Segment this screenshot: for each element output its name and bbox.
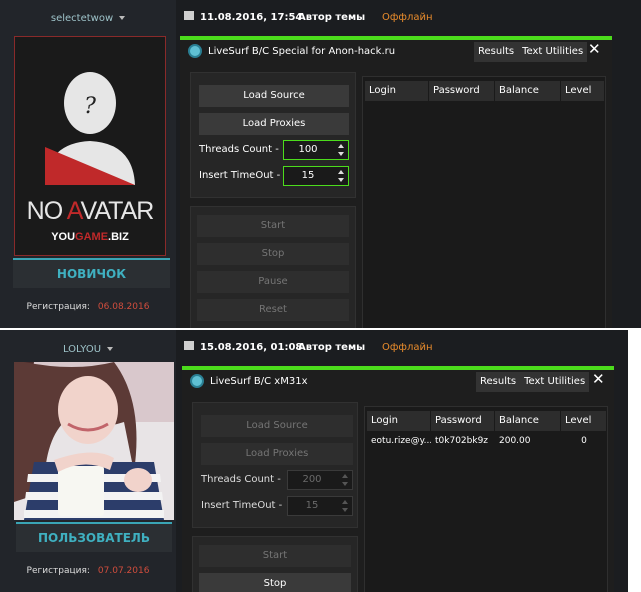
control-panel: Start Stop Pause Reset bbox=[190, 206, 356, 328]
table-row[interactable]: eotu.rize@y... t0k702bk9z 200.00 0 bbox=[365, 433, 607, 449]
timeout-label: Insert TimeOut - bbox=[199, 170, 281, 181]
column-balance[interactable]: Balance bbox=[495, 81, 561, 101]
arrow-up-icon[interactable] bbox=[338, 170, 344, 174]
column-level[interactable]: Level bbox=[561, 81, 605, 101]
cell-password: t0k702bk9z bbox=[435, 436, 489, 446]
close-icon[interactable]: ✕ bbox=[588, 40, 601, 58]
tab-text-utilities[interactable]: Text Utilities bbox=[518, 42, 587, 62]
threads-count-stepper[interactable]: 100 bbox=[283, 140, 349, 160]
username-dropdown[interactable]: selectetwow bbox=[0, 13, 176, 24]
load-source-button[interactable]: Load Source bbox=[201, 415, 353, 437]
post-header: 11.08.2016, 17:54 Автор темы Оффлайн bbox=[176, 0, 641, 34]
arrow-up-icon[interactable] bbox=[342, 500, 348, 504]
column-balance[interactable]: Balance bbox=[495, 411, 561, 431]
arrow-up-icon[interactable] bbox=[338, 144, 344, 148]
post-datetime: 11.08.2016, 17:54 bbox=[200, 12, 303, 23]
user-rank: ПОЛЬЗОВАТЕЛЬ bbox=[16, 522, 172, 552]
column-password[interactable]: Password bbox=[429, 81, 495, 101]
cell-login: eotu.rize@y... bbox=[371, 436, 431, 446]
pause-button[interactable]: Pause bbox=[197, 271, 349, 293]
grid-header: Login Password Balance Level bbox=[365, 411, 607, 431]
column-login[interactable]: Login bbox=[365, 81, 429, 101]
arrow-down-icon[interactable] bbox=[338, 178, 344, 182]
stop-button[interactable]: Stop bbox=[199, 573, 351, 592]
load-proxies-button[interactable]: Load Proxies bbox=[199, 113, 349, 135]
caret-down-icon bbox=[107, 347, 114, 351]
app-window: LiveSurf B/C xM31x Results Text Utilities… bbox=[182, 366, 614, 592]
forum-post-1: selectetwow ? NO AVATAR YOUGAME.BIZ НОВИ… bbox=[0, 0, 641, 328]
avatar[interactable] bbox=[14, 362, 174, 520]
calendar-icon bbox=[184, 341, 194, 350]
start-button[interactable]: Start bbox=[197, 215, 349, 237]
registration-info: Регистрация: 07.07.2016 bbox=[26, 566, 150, 576]
results-grid[interactable]: Login Password Balance Level eotu.rize@y… bbox=[364, 406, 608, 592]
results-grid[interactable]: Login Password Balance Level bbox=[362, 76, 606, 328]
user-avatar-photo bbox=[14, 362, 174, 520]
settings-panel: Load Source Load Proxies Threads Count -… bbox=[192, 402, 358, 528]
column-login[interactable]: Login bbox=[367, 411, 431, 431]
status-badge: Оффлайн bbox=[382, 342, 433, 353]
app-logo-icon bbox=[188, 44, 202, 58]
window-title: LiveSurf B/C Special for Anon-hack.ru bbox=[208, 46, 396, 57]
window-tabs: Results Text Utilities bbox=[474, 42, 588, 62]
load-source-button[interactable]: Load Source bbox=[199, 85, 349, 107]
calendar-icon bbox=[184, 11, 194, 20]
timeout-stepper[interactable]: 15 bbox=[287, 496, 353, 516]
window-tabs: Results Text Utilities bbox=[476, 372, 590, 392]
post-datetime: 15.08.2016, 01:08 bbox=[200, 342, 303, 353]
control-panel: Start Stop bbox=[192, 536, 358, 592]
tab-text-utilities[interactable]: Text Utilities bbox=[520, 372, 589, 392]
caret-down-icon bbox=[119, 16, 126, 20]
tab-results[interactable]: Results bbox=[476, 372, 520, 392]
forum-post-2: LOLYOU ПОЛЬЗОВАТЕЛЬ Регистрация:07.07.2 bbox=[0, 330, 628, 592]
user-sidebar: selectetwow ? NO AVATAR YOUGAME.BIZ НОВИ… bbox=[0, 0, 176, 328]
site-logo-text: YOUGAME.BIZ bbox=[51, 231, 129, 243]
author-badge: Автор темы bbox=[298, 12, 366, 23]
timeout-label: Insert TimeOut - bbox=[201, 500, 283, 511]
threads-count-label: Threads Count - bbox=[201, 474, 281, 485]
author-badge: Автор темы bbox=[298, 342, 366, 353]
cell-balance: 200.00 bbox=[499, 436, 531, 446]
reset-button[interactable]: Reset bbox=[197, 299, 349, 321]
user-rank: НОВИЧОК bbox=[13, 258, 170, 288]
window-title: LiveSurf B/C xM31x bbox=[210, 376, 308, 387]
threads-count-label: Threads Count - bbox=[199, 144, 279, 155]
arrow-down-icon[interactable] bbox=[342, 482, 348, 486]
timeout-stepper[interactable]: 15 bbox=[283, 166, 349, 186]
arrow-up-icon[interactable] bbox=[342, 474, 348, 478]
no-avatar-label: NO AVATAR bbox=[26, 197, 155, 225]
status-badge: Оффлайн bbox=[382, 12, 433, 23]
svg-text:?: ? bbox=[84, 94, 96, 119]
avatar[interactable]: ? NO AVATAR YOUGAME.BIZ bbox=[14, 36, 166, 256]
start-button[interactable]: Start bbox=[199, 545, 351, 567]
username: LOLYOU bbox=[62, 344, 102, 355]
username: selectetwow bbox=[50, 13, 114, 24]
app-logo-icon bbox=[190, 374, 204, 388]
column-password[interactable]: Password bbox=[431, 411, 495, 431]
arrow-down-icon[interactable] bbox=[342, 508, 348, 512]
stop-button[interactable]: Stop bbox=[197, 243, 349, 265]
close-icon[interactable]: ✕ bbox=[592, 370, 605, 388]
threads-count-stepper[interactable]: 200 bbox=[287, 470, 353, 490]
post-header: 15.08.2016, 01:08 Автор темы Оффлайн bbox=[176, 330, 628, 364]
load-proxies-button[interactable]: Load Proxies bbox=[201, 443, 353, 465]
column-level[interactable]: Level bbox=[561, 411, 607, 431]
cell-level: 0 bbox=[581, 436, 587, 446]
grid-header: Login Password Balance Level bbox=[363, 81, 605, 101]
user-sidebar: LOLYOU ПОЛЬЗОВАТЕЛЬ Регистрация:07.07.2 bbox=[0, 330, 176, 592]
arrow-down-icon[interactable] bbox=[338, 152, 344, 156]
registration-info: Регистрация: 06.08.2016 bbox=[26, 302, 150, 312]
username-dropdown[interactable]: LOLYOU bbox=[0, 344, 176, 355]
settings-panel: Load Source Load Proxies Threads Count -… bbox=[190, 72, 356, 198]
tab-results[interactable]: Results bbox=[474, 42, 518, 62]
app-window: LiveSurf B/C Special for Anon-hack.ru Re… bbox=[180, 36, 612, 328]
